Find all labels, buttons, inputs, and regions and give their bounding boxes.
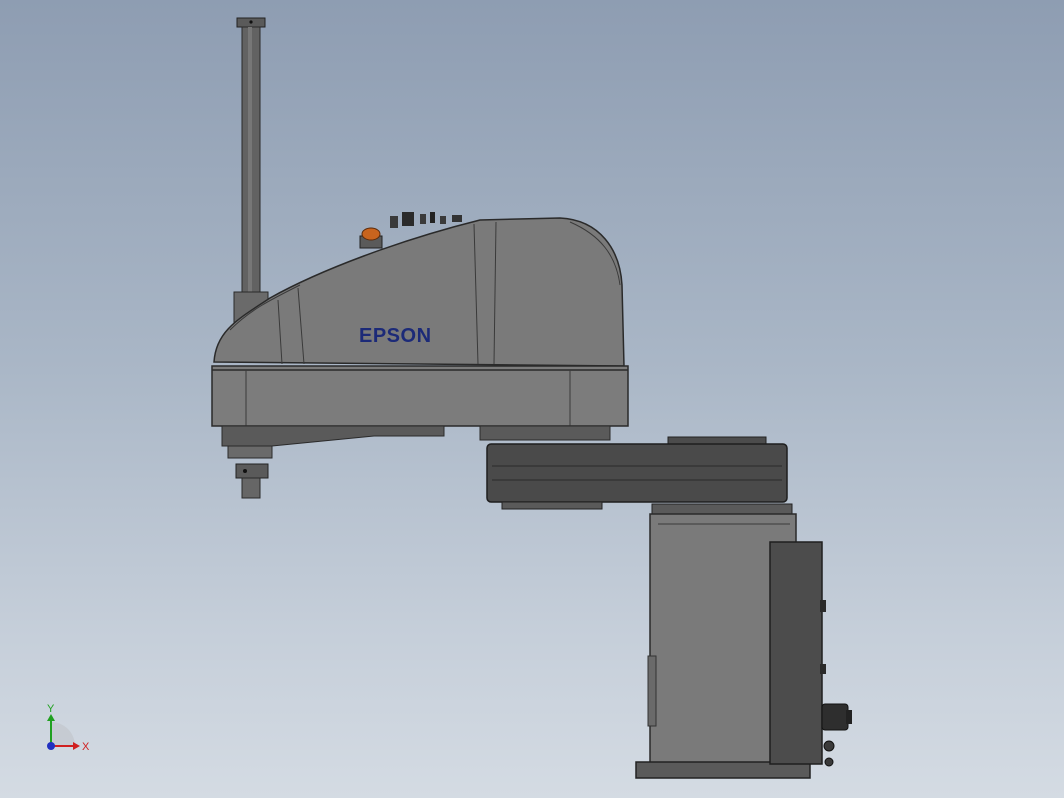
ball-screw-shaft[interactable] [233,17,269,333]
x-axis-arrowhead [73,742,80,750]
spline-end-effector[interactable] [227,445,273,499]
x-axis-label: X [82,741,90,753]
y-axis-arrowhead [47,714,55,721]
arm1[interactable] [486,436,788,510]
coordinate-triad: X Y [47,703,90,753]
brand-logo: EPSON [359,325,432,347]
y-axis-label: Y [47,703,55,715]
z-axis-dot [47,742,55,750]
scara-robot-model[interactable]: EPSON X Y [0,0,1064,798]
status-lamp [359,227,383,249]
cad-viewport[interactable]: EPSON X Y [0,0,1064,798]
arm2-base[interactable] [211,365,629,447]
connector-panel[interactable] [769,541,852,767]
